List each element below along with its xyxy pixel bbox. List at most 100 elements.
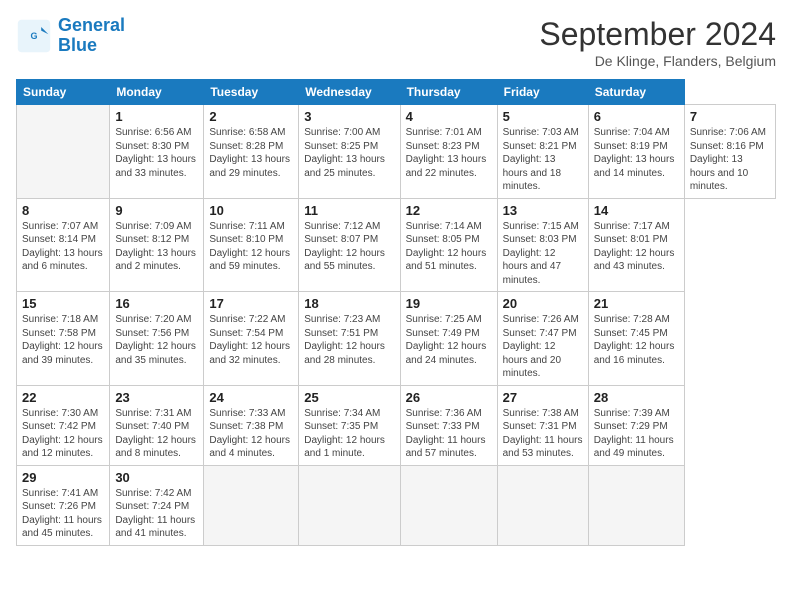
calendar-cell: 6 Sunrise: 7:04 AMSunset: 8:19 PMDaylight… <box>588 105 684 199</box>
day-number: 9 <box>115 203 198 218</box>
calendar-table: SundayMondayTuesdayWednesdayThursdayFrid… <box>16 79 776 546</box>
day-info: Sunrise: 6:56 AMSunset: 8:30 PMDaylight:… <box>115 126 198 180</box>
day-info: Sunrise: 7:04 AMSunset: 8:19 PMDaylight:… <box>594 126 679 180</box>
calendar-cell: 12 Sunrise: 7:14 AMSunset: 8:05 PMDayligh… <box>400 198 497 292</box>
day-info: Sunrise: 7:06 AMSunset: 8:16 PMDaylight:… <box>690 126 770 194</box>
calendar-cell: 16 Sunrise: 7:20 AMSunset: 7:56 PMDayligh… <box>110 292 204 386</box>
calendar-cell: 28 Sunrise: 7:39 AMSunset: 7:29 PMDayligh… <box>588 385 684 465</box>
day-info: Sunrise: 7:33 AMSunset: 7:38 PMDaylight:… <box>209 407 293 461</box>
day-info: Sunrise: 7:25 AMSunset: 7:49 PMDaylight:… <box>406 313 492 367</box>
calendar-cell: 25Sunrise: 7:34 AMSunset: 7:35 PMDayligh… <box>299 385 400 465</box>
day-number: 26 <box>406 390 492 405</box>
calendar-cell: 29Sunrise: 7:41 AMSunset: 7:26 PMDayligh… <box>17 465 110 545</box>
calendar-week-row: 22 Sunrise: 7:30 AMSunset: 7:42 PMDayligh… <box>17 385 776 465</box>
day-number: 5 <box>503 109 583 124</box>
day-header-thursday: Thursday <box>400 80 497 105</box>
day-info: Sunrise: 7:30 AMSunset: 7:42 PMDaylight:… <box>22 407 104 461</box>
calendar-cell: 27 Sunrise: 7:38 AMSunset: 7:31 PMDayligh… <box>497 385 588 465</box>
calendar-cell: 10 Sunrise: 7:11 AMSunset: 8:10 PMDayligh… <box>204 198 299 292</box>
day-info: Sunrise: 7:09 AMSunset: 8:12 PMDaylight:… <box>115 220 198 274</box>
day-info: Sunrise: 7:39 AMSunset: 7:29 PMDaylight:… <box>594 407 679 461</box>
day-header-wednesday: Wednesday <box>299 80 400 105</box>
day-number: 8 <box>22 203 104 218</box>
calendar-cell: 14 Sunrise: 7:17 AMSunset: 8:01 PMDayligh… <box>588 198 684 292</box>
calendar-cell: 8 Sunrise: 7:07 AMSunset: 8:14 PMDaylight… <box>17 198 110 292</box>
day-number: 30 <box>115 470 198 485</box>
day-number: 12 <box>406 203 492 218</box>
day-number: 1 <box>115 109 198 124</box>
day-info: Sunrise: 7:18 AMSunset: 7:58 PMDaylight:… <box>22 313 104 367</box>
day-info: Sunrise: 7:11 AMSunset: 8:10 PMDaylight:… <box>209 220 293 274</box>
location-subtitle: De Klinge, Flanders, Belgium <box>539 53 776 69</box>
day-info: Sunrise: 7:01 AMSunset: 8:23 PMDaylight:… <box>406 126 492 180</box>
day-number: 22 <box>22 390 104 405</box>
calendar-cell: 15 Sunrise: 7:18 AMSunset: 7:58 PMDayligh… <box>17 292 110 386</box>
day-number: 27 <box>503 390 583 405</box>
calendar-cell: 22 Sunrise: 7:30 AMSunset: 7:42 PMDayligh… <box>17 385 110 465</box>
day-info: Sunrise: 7:42 AMSunset: 7:24 PMDaylight:… <box>115 487 198 541</box>
day-info: Sunrise: 7:41 AMSunset: 7:26 PMDaylight:… <box>22 487 104 541</box>
day-number: 15 <box>22 296 104 311</box>
day-info: Sunrise: 7:23 AMSunset: 7:51 PMDaylight:… <box>304 313 394 367</box>
day-header-saturday: Saturday <box>588 80 684 105</box>
day-info: Sunrise: 7:00 AMSunset: 8:25 PMDaylight:… <box>304 126 394 180</box>
day-number: 23 <box>115 390 198 405</box>
calendar-cell: 17 Sunrise: 7:22 AMSunset: 7:54 PMDayligh… <box>204 292 299 386</box>
calendar-cell: 19Sunrise: 7:25 AMSunset: 7:49 PMDayligh… <box>400 292 497 386</box>
day-number: 10 <box>209 203 293 218</box>
day-info: Sunrise: 7:34 AMSunset: 7:35 PMDaylight:… <box>304 407 394 461</box>
calendar-week-row: 15 Sunrise: 7:18 AMSunset: 7:58 PMDayligh… <box>17 292 776 386</box>
svg-text:G: G <box>30 31 37 41</box>
calendar-cell: 4 Sunrise: 7:01 AMSunset: 8:23 PMDaylight… <box>400 105 497 199</box>
title-section: September 2024 De Klinge, Flanders, Belg… <box>539 16 776 69</box>
calendar-cell: 5 Sunrise: 7:03 AMSunset: 8:21 PMDaylight… <box>497 105 588 199</box>
calendar-header-row: SundayMondayTuesdayWednesdayThursdayFrid… <box>17 80 776 105</box>
day-info: Sunrise: 7:12 AMSunset: 8:07 PMDaylight:… <box>304 220 394 274</box>
calendar-cell <box>400 465 497 545</box>
day-number: 20 <box>503 296 583 311</box>
day-header-monday: Monday <box>110 80 204 105</box>
day-number: 28 <box>594 390 679 405</box>
calendar-cell: 7 Sunrise: 7:06 AMSunset: 8:16 PMDaylight… <box>684 105 775 199</box>
calendar-cell: 24 Sunrise: 7:33 AMSunset: 7:38 PMDayligh… <box>204 385 299 465</box>
day-info: Sunrise: 7:03 AMSunset: 8:21 PMDaylight:… <box>503 126 583 194</box>
day-info: Sunrise: 7:36 AMSunset: 7:33 PMDaylight:… <box>406 407 492 461</box>
calendar-cell: 21 Sunrise: 7:28 AMSunset: 7:45 PMDayligh… <box>588 292 684 386</box>
day-number: 16 <box>115 296 198 311</box>
day-number: 24 <box>209 390 293 405</box>
header: G General Blue September 2024 De Klinge,… <box>16 16 776 69</box>
calendar-week-row: 1 Sunrise: 6:56 AMSunset: 8:30 PMDaylight… <box>17 105 776 199</box>
day-info: Sunrise: 7:31 AMSunset: 7:40 PMDaylight:… <box>115 407 198 461</box>
calendar-cell: 9 Sunrise: 7:09 AMSunset: 8:12 PMDaylight… <box>110 198 204 292</box>
day-header-sunday: Sunday <box>17 80 110 105</box>
day-info: Sunrise: 7:14 AMSunset: 8:05 PMDaylight:… <box>406 220 492 274</box>
day-info: Sunrise: 6:58 AMSunset: 8:28 PMDaylight:… <box>209 126 293 180</box>
day-info: Sunrise: 7:20 AMSunset: 7:56 PMDaylight:… <box>115 313 198 367</box>
day-number: 14 <box>594 203 679 218</box>
day-number: 18 <box>304 296 394 311</box>
calendar-week-row: 29Sunrise: 7:41 AMSunset: 7:26 PMDayligh… <box>17 465 776 545</box>
day-info: Sunrise: 7:38 AMSunset: 7:31 PMDaylight:… <box>503 407 583 461</box>
day-number: 21 <box>594 296 679 311</box>
calendar-cell <box>299 465 400 545</box>
calendar-cell: 20 Sunrise: 7:26 AMSunset: 7:47 PMDayligh… <box>497 292 588 386</box>
logo-blue: Blue <box>58 35 97 55</box>
day-info: Sunrise: 7:26 AMSunset: 7:47 PMDaylight:… <box>503 313 583 381</box>
day-number: 7 <box>690 109 770 124</box>
logo-text: General Blue <box>58 16 125 56</box>
calendar-cell: 30 Sunrise: 7:42 AMSunset: 7:24 PMDayligh… <box>110 465 204 545</box>
calendar-cell: 26 Sunrise: 7:36 AMSunset: 7:33 PMDayligh… <box>400 385 497 465</box>
logo-icon: G <box>16 18 52 54</box>
day-info: Sunrise: 7:28 AMSunset: 7:45 PMDaylight:… <box>594 313 679 367</box>
day-number: 6 <box>594 109 679 124</box>
logo: G General Blue <box>16 16 125 56</box>
day-info: Sunrise: 7:07 AMSunset: 8:14 PMDaylight:… <box>22 220 104 274</box>
day-info: Sunrise: 7:22 AMSunset: 7:54 PMDaylight:… <box>209 313 293 367</box>
day-number: 17 <box>209 296 293 311</box>
calendar-cell <box>497 465 588 545</box>
day-number: 4 <box>406 109 492 124</box>
day-header-friday: Friday <box>497 80 588 105</box>
day-info: Sunrise: 7:17 AMSunset: 8:01 PMDaylight:… <box>594 220 679 274</box>
day-number: 2 <box>209 109 293 124</box>
day-info: Sunrise: 7:15 AMSunset: 8:03 PMDaylight:… <box>503 220 583 288</box>
